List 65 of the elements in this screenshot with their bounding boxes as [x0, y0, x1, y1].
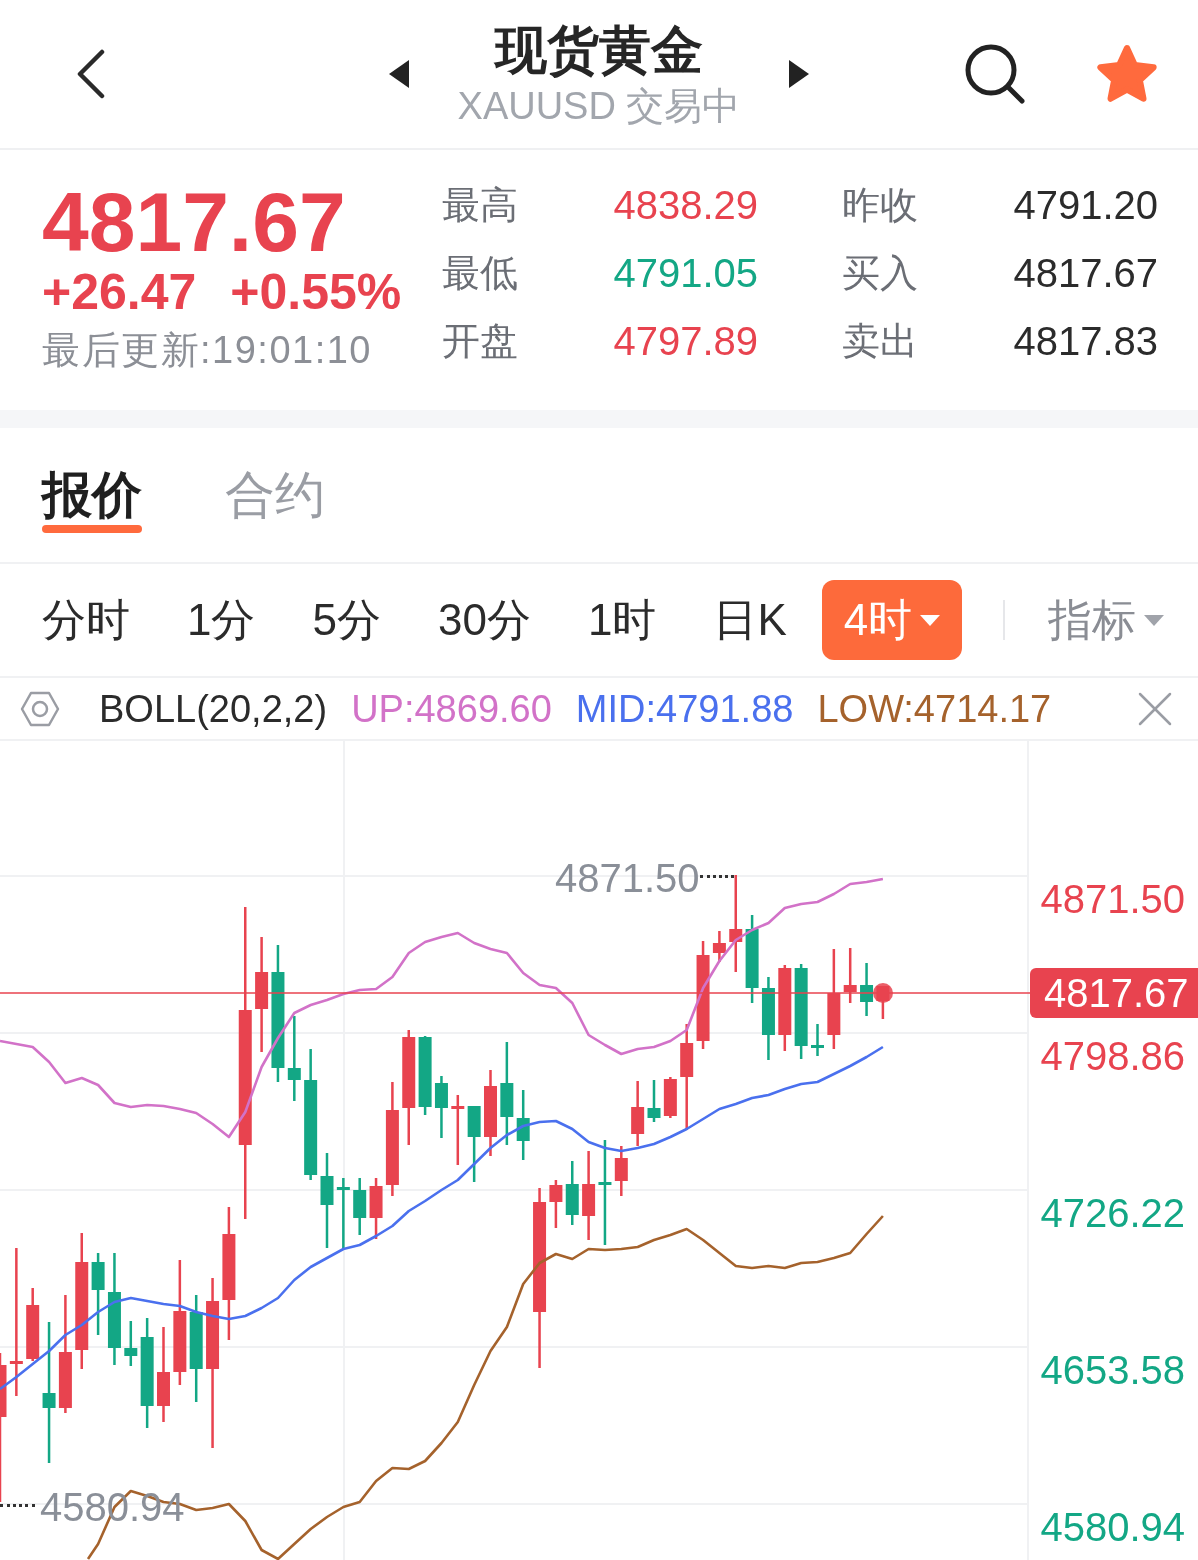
- axis-label: 4871.50: [1040, 877, 1185, 921]
- indicator-name: BOLL(20,2,2): [99, 686, 328, 732]
- stat-value: 4817.67: [1013, 250, 1158, 296]
- price-change: +26.47: [42, 264, 197, 320]
- candle: [712, 931, 726, 962]
- candle: [434, 1076, 448, 1138]
- symbol-status: XAUUSD 交易中: [457, 84, 741, 128]
- last-price-tag: 4817.67: [1030, 968, 1198, 1018]
- stat-value: 4817.83: [1013, 318, 1158, 364]
- candle: [843, 948, 857, 1003]
- period-tab[interactable]: 分时: [20, 580, 152, 660]
- candle: [336, 1178, 350, 1250]
- stat-label: 开盘: [442, 319, 518, 364]
- period-tab[interactable]: 1时: [565, 580, 679, 660]
- candle: [663, 1077, 677, 1118]
- period-tab[interactable]: 日K: [691, 580, 809, 660]
- stat-label: 昨收: [842, 183, 918, 228]
- leader-line: [700, 875, 734, 878]
- stat-label: 最低: [442, 251, 518, 296]
- axis-label: 4653.58: [1040, 1348, 1185, 1392]
- back-icon[interactable]: [76, 49, 106, 99]
- axis-label: 4798.86: [1040, 1034, 1185, 1078]
- triangle-left-icon[interactable]: [388, 60, 409, 88]
- candle: [614, 1146, 628, 1196]
- candle: [124, 1321, 138, 1366]
- indicator-value: UP:4869.60: [351, 686, 552, 732]
- candle: [549, 1180, 563, 1228]
- stat-value: 4797.89: [613, 318, 758, 364]
- page-title: 现货黄金: [495, 20, 703, 80]
- candle: [516, 1090, 530, 1160]
- candle: [860, 963, 874, 1016]
- candle: [811, 1024, 824, 1056]
- stat-label: 最高: [442, 183, 518, 228]
- candle: [451, 1095, 465, 1165]
- candle: [353, 1178, 367, 1235]
- close-icon[interactable]: [1138, 691, 1172, 726]
- indicator-value: LOW:4714.17: [817, 686, 1052, 732]
- indicator-value: MID:4791.88: [575, 686, 794, 732]
- section-tab[interactable]: 报价: [42, 465, 142, 533]
- settings-icon[interactable]: [20, 690, 60, 727]
- axis-label: 4580.94: [1040, 1505, 1185, 1549]
- candle: [647, 1080, 661, 1122]
- stat-value: 4791.05: [613, 250, 758, 296]
- star-icon[interactable]: [1096, 44, 1158, 104]
- period-tab[interactable]: 1分: [165, 580, 278, 660]
- stat-label: 买入: [842, 251, 918, 296]
- search-icon[interactable]: [964, 43, 1026, 105]
- percent-change: +0.55%: [230, 264, 402, 320]
- leader-line: [0, 1504, 35, 1507]
- triangle-right-icon[interactable]: [789, 60, 810, 88]
- caret-icon: [1144, 614, 1165, 626]
- update-time: 最后更新:19:01:10: [42, 328, 372, 372]
- price-dot-icon: [873, 983, 893, 1003]
- stat-value: 4791.20: [1013, 182, 1158, 228]
- stat-value: 4838.29: [613, 182, 758, 228]
- candle: [631, 1081, 645, 1146]
- axis-label: 4726.22: [1040, 1191, 1185, 1235]
- last-price: 4817.67: [42, 177, 346, 267]
- period-tab[interactable]: 30分: [415, 580, 553, 660]
- high-price-marker: 4871.50: [555, 856, 700, 900]
- period-tab[interactable]: 5分: [290, 580, 403, 660]
- candle: [565, 1161, 579, 1225]
- caret-icon: [920, 614, 941, 626]
- stat-label: 卖出: [842, 319, 918, 364]
- candle: [369, 1178, 383, 1239]
